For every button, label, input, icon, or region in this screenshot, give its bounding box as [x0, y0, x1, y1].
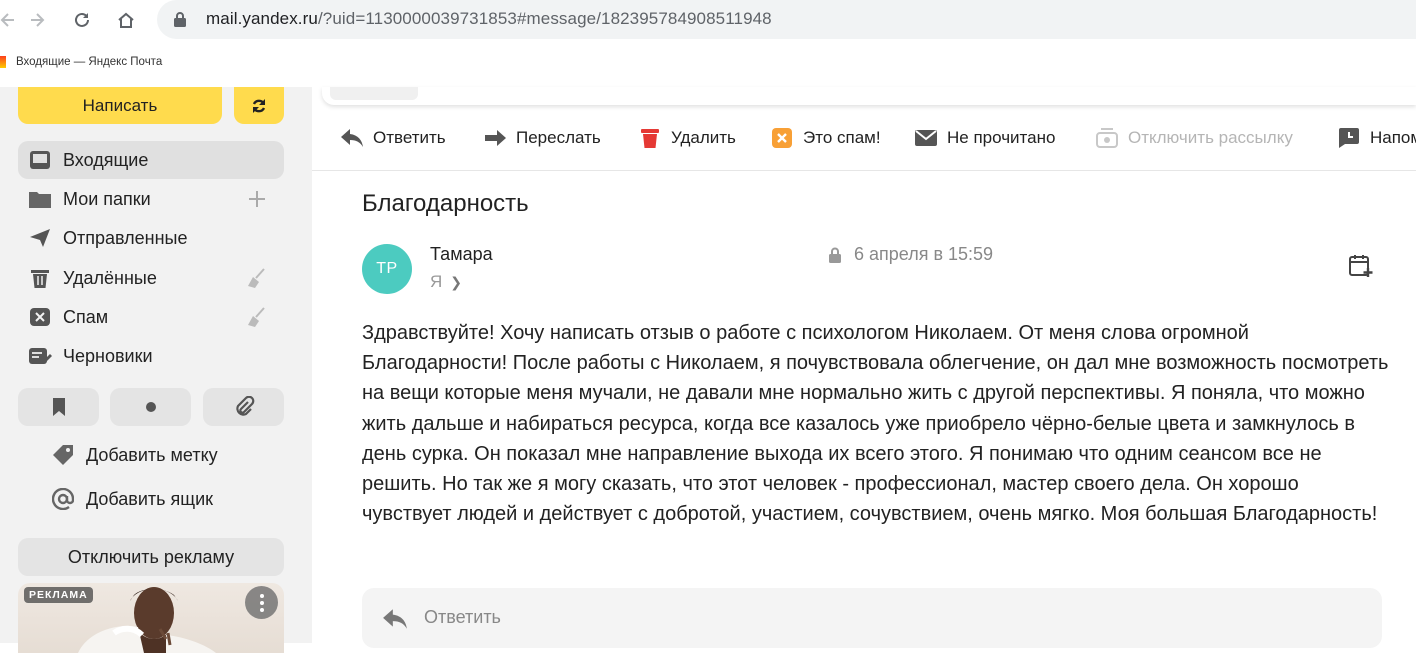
add-label-link[interactable]: Добавить метку [50, 443, 218, 467]
spam-button[interactable]: Это спам! [770, 126, 881, 150]
sidebar-item-inbox[interactable]: Входящие [18, 141, 284, 179]
drafts-icon [29, 348, 52, 364]
message-subject: Благодарность [362, 190, 529, 217]
browser-toolbar: mail.yandex.ru/?uid=1130000039731853#mes… [0, 0, 1416, 40]
sidebar-item-my-folders[interactable]: Мои папки [18, 180, 284, 218]
unsubscribe-label: Отключить рассылку [1128, 128, 1293, 147]
add-mailbox-link[interactable]: Добавить ящик [50, 487, 213, 511]
sidebar-item-deleted[interactable]: Удалённые [18, 259, 284, 297]
trash-icon [31, 270, 49, 288]
broom-icon[interactable] [246, 307, 268, 327]
address-bar[interactable]: mail.yandex.ru/?uid=1130000039731853#mes… [157, 0, 1416, 39]
date-text: 6 апреля в 15:59 [854, 244, 994, 264]
inbox-icon [30, 151, 50, 169]
message-view: Ответить Переслать Удалить Это спам! Не … [312, 87, 1416, 648]
unread-dot-icon [145, 402, 156, 412]
envelope-icon [915, 130, 937, 146]
folder-icon [29, 192, 51, 208]
paperclip-icon [235, 396, 254, 416]
remind-label: Напом [1370, 128, 1416, 147]
unsubscribe-icon [1096, 128, 1118, 148]
reply-label: Ответить [373, 128, 446, 147]
mark-unread-button[interactable]: Не прочитано [914, 126, 1055, 150]
recipient-toggle[interactable]: Я ❯ [430, 272, 462, 292]
quick-reply-label: Ответить [424, 607, 501, 627]
sidebar-item-label: Отправленные [63, 228, 188, 248]
compose-button[interactable]: Написать [18, 87, 222, 124]
chevron-right-icon: ❯ [450, 273, 463, 290]
add-label-text: Добавить метку [86, 444, 218, 465]
spam-label: Это спам! [803, 128, 881, 147]
bookmark-label: Входящие — Яндекс Почта [16, 56, 163, 68]
sidebar-item-label: Спам [63, 307, 109, 327]
send-icon [30, 229, 50, 247]
forward-nav-icon[interactable] [23, 6, 51, 34]
broom-icon[interactable] [246, 268, 268, 288]
sender-name[interactable]: Тамара [430, 244, 493, 265]
attachments-filter-button[interactable] [203, 388, 284, 426]
spam-icon [772, 128, 792, 148]
reply-button[interactable]: Ответить [340, 126, 446, 150]
forward-label: Переслать [516, 128, 601, 147]
delete-button[interactable]: Удалить [638, 126, 736, 150]
message-date: 6 апреля в 15:59 [828, 244, 993, 265]
unread-filter-button[interactable] [110, 388, 191, 426]
quick-reply-box[interactable]: Ответить [362, 588, 1382, 648]
refresh-icon [252, 98, 266, 113]
url-text: mail.yandex.ru/?uid=1130000039731853#mes… [206, 9, 772, 28]
remind-button[interactable]: Напом [1337, 126, 1416, 150]
plus-icon[interactable] [246, 189, 268, 209]
bookmark-inbox[interactable]: Входящие — Яндекс Почта [0, 56, 162, 68]
trash-icon [641, 129, 659, 148]
reply-icon [341, 129, 363, 147]
lock-icon [829, 247, 841, 263]
add-mailbox-text: Добавить ящик [86, 488, 214, 509]
bookmark-icon [52, 398, 65, 416]
add-to-calendar-icon[interactable] [1349, 254, 1373, 278]
sidebar-item-label: Мои папки [63, 189, 151, 209]
unread-label: Не прочитано [947, 128, 1056, 147]
forward-button[interactable]: Переслать [483, 126, 601, 150]
at-sign-icon [52, 488, 74, 510]
reply-icon [383, 609, 407, 629]
recipient-text: Я [430, 272, 443, 291]
lock-icon [174, 12, 186, 27]
sidebar-item-drafts[interactable]: Черновики [18, 337, 284, 375]
sender-avatar[interactable]: ТР [362, 244, 412, 294]
yandex-favicon-icon [0, 56, 6, 68]
reminder-icon [1339, 128, 1359, 148]
sidebar-item-label: Черновики [63, 346, 153, 366]
home-icon[interactable] [112, 6, 140, 34]
sidebar-item-label: Входящие [63, 150, 149, 170]
back-icon[interactable] [0, 6, 22, 34]
forward-icon [485, 130, 506, 146]
reload-icon[interactable] [68, 6, 96, 34]
redacted-sender-address [499, 247, 799, 264]
delete-label: Удалить [671, 128, 736, 147]
disable-ads-button[interactable]: Отключить рекламу [18, 538, 284, 576]
sidebar-item-label: Удалённые [63, 268, 157, 288]
more-options-icon[interactable] [245, 586, 278, 619]
message-body: Здравствуйте! Хочу написать отзыв о рабо… [362, 322, 1389, 526]
bookmarked-filter-button[interactable] [18, 388, 99, 426]
spam-icon [30, 308, 50, 326]
sidebar-item-spam[interactable]: Спам [18, 298, 284, 336]
search-panel-edge [322, 87, 1416, 105]
unsubscribe-button: Отключить рассылку [1095, 126, 1293, 150]
ad-label: РЕКЛАМА [24, 587, 93, 603]
bookmarks-bar: Входящие — Яндекс Почта [0, 40, 1416, 87]
tag-icon [53, 445, 73, 465]
toolbar-divider [312, 170, 1416, 171]
sidebar-item-sent[interactable]: Отправленные [18, 219, 284, 257]
refresh-button[interactable] [234, 87, 284, 124]
sidebar: Написать Входящие Мои папки Отправленные… [0, 87, 312, 653]
